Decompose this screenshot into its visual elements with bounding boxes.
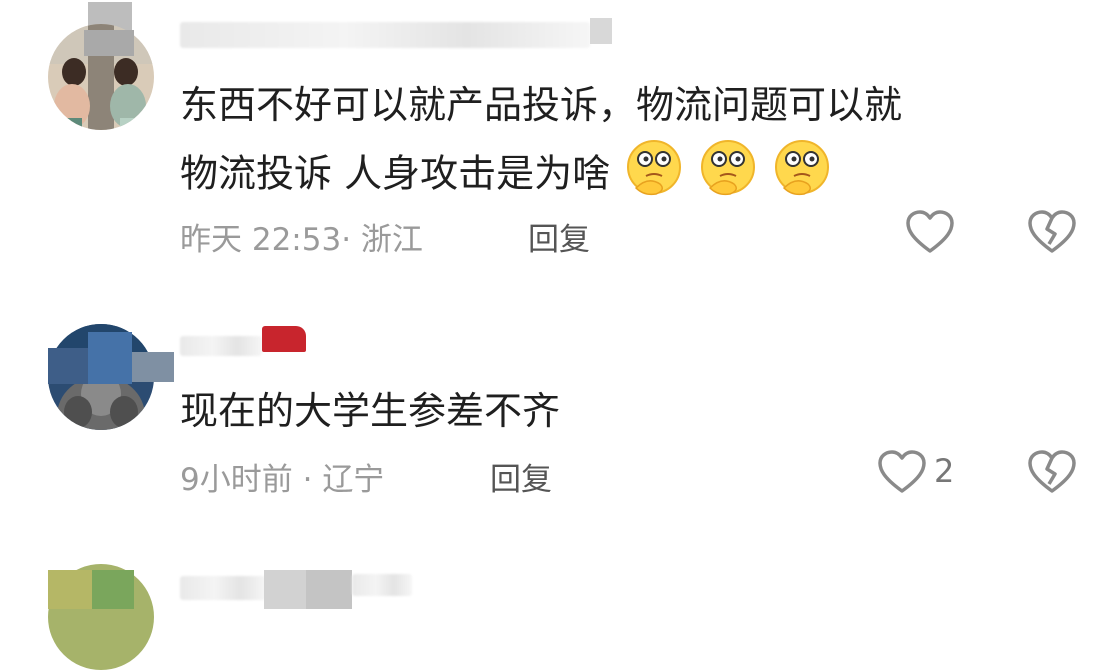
avatar-mosaic: [48, 348, 88, 384]
comment-text-line1: 现在的大学生参差不齐: [180, 389, 561, 433]
user-badge: [262, 326, 306, 352]
username-blur: [180, 22, 590, 48]
comment-text-line2: 物流投诉 人身攻击是为啥: [180, 151, 611, 196]
username-blur: [180, 336, 262, 356]
meta-separator: ·: [302, 462, 313, 498]
dislike-button[interactable]: [1028, 210, 1076, 258]
thinking-face-emoji: [774, 138, 832, 214]
like-button[interactable]: [906, 210, 954, 258]
comment-item: 现在的大学生参差不齐 9小时前 · 辽宁 回复 2: [0, 300, 1119, 530]
comment-meta: 昨天 22:53· 浙江: [180, 214, 423, 259]
comment-text: 东西不好可以就产品投诉，物流问题可以就: [180, 74, 902, 136]
thinking-face-emoji: [626, 138, 684, 214]
username-mosaic: [264, 570, 306, 609]
heart-outline-icon: [906, 210, 954, 253]
comment-timestamp: 昨天 22:53: [180, 222, 342, 258]
broken-heart-icon: [1028, 450, 1076, 493]
comment-text-line1: 东西不好可以就产品投诉，物流问题可以就: [180, 83, 903, 127]
avatar-mosaic: [48, 570, 92, 609]
thinking-face-emoji: [700, 138, 758, 214]
username-mosaic: [306, 570, 352, 609]
comment-text: 现在的大学生参差不齐: [180, 380, 560, 442]
dislike-button[interactable]: [1028, 450, 1076, 498]
reply-button[interactable]: 回复: [490, 454, 552, 499]
comment-meta: 9小时前 · 辽宁: [180, 454, 384, 499]
broken-heart-icon: [1028, 210, 1076, 253]
username-blur: [180, 576, 266, 600]
username-blur: [352, 574, 412, 596]
avatar-mosaic: [132, 352, 174, 382]
comment-location: 浙江: [360, 222, 423, 258]
comment-item: [0, 560, 1119, 670]
avatar-mosaic: [88, 332, 132, 384]
reply-button[interactable]: 回复: [528, 214, 590, 259]
heart-outline-icon: [878, 450, 926, 493]
comment-timestamp: 9小时前: [180, 462, 293, 498]
avatar-mosaic: [84, 30, 134, 56]
username-mosaic: [590, 18, 612, 44]
meta-separator: ·: [341, 222, 352, 258]
comment-text: 物流投诉 人身攻击是为啥: [180, 138, 832, 214]
comment-item: 东西不好可以就产品投诉，物流问题可以就 物流投诉 人身攻击是为啥 昨天 22:5…: [0, 0, 1119, 280]
avatar-mosaic: [92, 570, 134, 609]
like-count: 2: [934, 452, 955, 490]
like-button[interactable]: [878, 450, 926, 498]
comment-location: 辽宁: [322, 462, 385, 498]
